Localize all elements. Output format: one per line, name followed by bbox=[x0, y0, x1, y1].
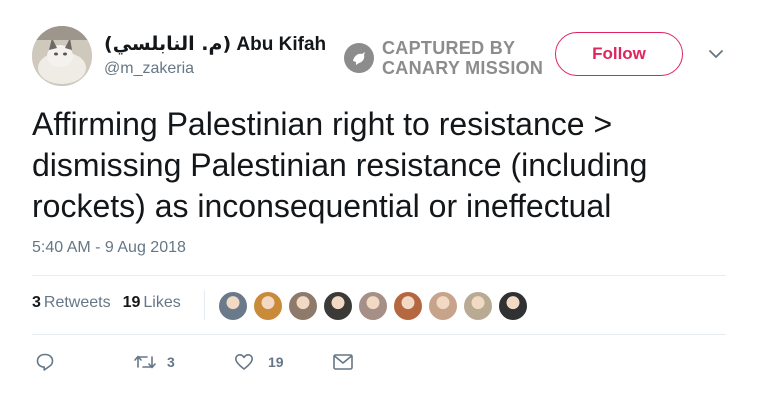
watermark-line-2: CANARY MISSION bbox=[382, 58, 544, 78]
follow-button[interactable]: Follow bbox=[555, 32, 683, 76]
tweet-text-line: dismissing Palestinian resistance (inclu… bbox=[32, 147, 648, 183]
like-button[interactable]: 19 bbox=[234, 352, 284, 372]
tweet-stats: 3 Retweets 19 Likes bbox=[32, 294, 181, 312]
liker-avatars bbox=[218, 291, 533, 321]
like-count: 19 bbox=[268, 354, 284, 370]
retweet-button[interactable]: 3 bbox=[133, 352, 175, 372]
envelope-icon bbox=[333, 354, 353, 370]
retweets-stat[interactable]: 3 Retweets bbox=[32, 294, 111, 312]
reply-button[interactable] bbox=[35, 352, 55, 372]
canary-mission-watermark: CAPTURED BY CANARY MISSION bbox=[344, 38, 543, 78]
stats-divider bbox=[204, 290, 205, 320]
avatar[interactable] bbox=[32, 26, 92, 86]
liker-3-avatar[interactable] bbox=[288, 291, 318, 321]
liker-5-avatar[interactable] bbox=[358, 291, 388, 321]
display-name-arabic: (م. النابلسي) bbox=[104, 33, 232, 55]
tweet-actions: 3 19 bbox=[32, 352, 392, 376]
tweet-text-line: rockets) as inconsequential or ineffectu… bbox=[32, 188, 612, 224]
tweet-timestamp[interactable]: 5:40 AM - 9 Aug 2018 bbox=[32, 239, 186, 257]
retweet-icon bbox=[134, 355, 156, 369]
divider bbox=[32, 275, 726, 276]
display-name-latin: Abu Kifah bbox=[236, 34, 327, 55]
liker-2-avatar[interactable] bbox=[253, 291, 283, 321]
liker-4-avatar[interactable] bbox=[323, 291, 353, 321]
liker-8-avatar[interactable] bbox=[463, 291, 493, 321]
heart-icon bbox=[235, 354, 253, 370]
liker-6-avatar[interactable] bbox=[393, 291, 423, 321]
user-handle[interactable]: @m_zakeria bbox=[104, 60, 194, 78]
retweet-count: 3 bbox=[167, 354, 175, 370]
liker-7-avatar[interactable] bbox=[428, 291, 458, 321]
direct-message-button[interactable] bbox=[332, 352, 354, 372]
reply-icon bbox=[36, 353, 54, 371]
liker-9-avatar[interactable] bbox=[498, 291, 528, 321]
liker-1-avatar[interactable] bbox=[218, 291, 248, 321]
watermark-line-1: CAPTURED BY bbox=[382, 38, 516, 58]
chevron-down-icon[interactable] bbox=[706, 46, 726, 62]
divider bbox=[32, 334, 726, 335]
likes-stat[interactable]: 19 Likes bbox=[123, 294, 181, 312]
tweet-text: Affirming Palestinian right to resistanc… bbox=[32, 104, 732, 227]
tweet-text-line: Affirming Palestinian right to resistanc… bbox=[32, 106, 613, 142]
canary-bird-icon bbox=[344, 43, 374, 73]
display-name[interactable]: (م. النابلسي) Abu Kifah bbox=[104, 33, 326, 56]
